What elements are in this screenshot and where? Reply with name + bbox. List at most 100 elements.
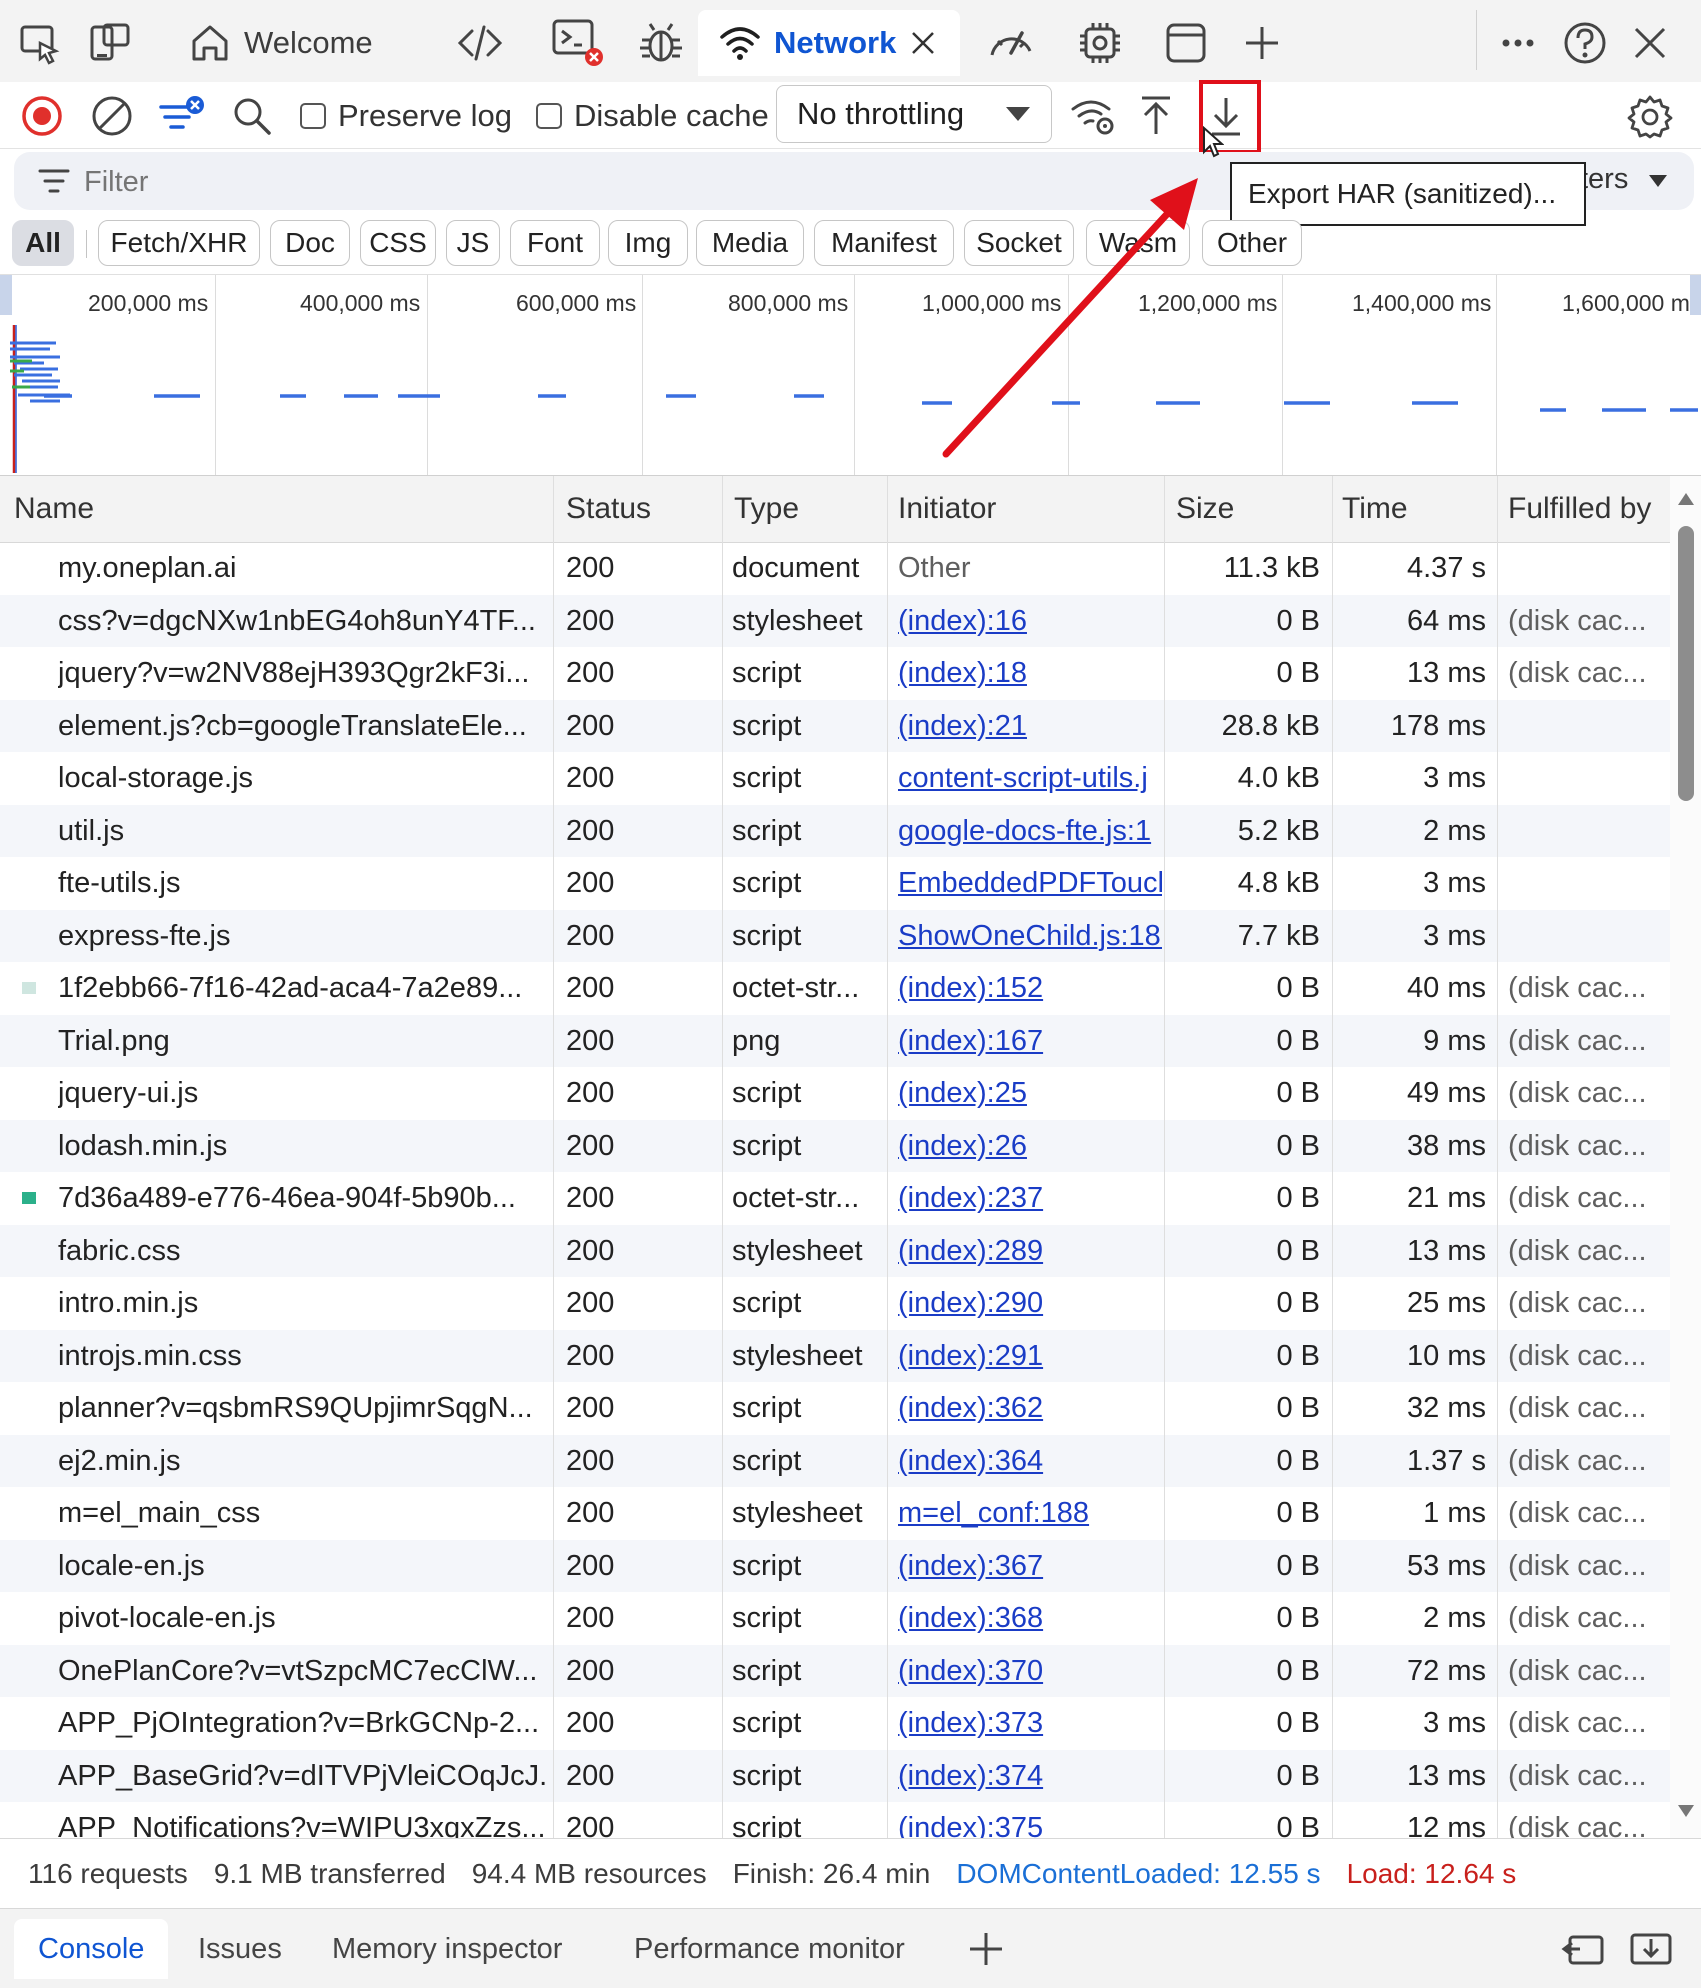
table-row[interactable]: express-fte.js 200 script ShowOneChild.js:1…: [0, 909, 1670, 963]
drawer-tab-issues[interactable]: Issues: [198, 1919, 282, 1979]
drawer-tab-memory-inspector[interactable]: Memory inspector: [332, 1919, 562, 1979]
add-tab-button[interactable]: [1240, 10, 1284, 76]
scrollbar-thumb[interactable]: [1678, 526, 1694, 801]
table-row[interactable]: local-storage.js 200 script content-script-…: [0, 752, 1670, 805]
disable-cache-box[interactable]: [536, 103, 562, 129]
tab-elements[interactable]: [456, 10, 504, 76]
table-row[interactable]: jquery-ui.js 200 script (index):25 0 B 49 ms (…: [0, 1067, 1670, 1120]
search-button[interactable]: [226, 90, 278, 142]
type-filter-other[interactable]: Other: [1202, 220, 1302, 266]
close-tab-icon[interactable]: [908, 28, 938, 58]
cell-initiator[interactable]: (index):237: [898, 1172, 1162, 1225]
table-row[interactable]: locale-en.js 200 script (index):367 0 B 53 ms…: [0, 1539, 1670, 1593]
cell-initiator[interactable]: (index):289: [898, 1225, 1162, 1278]
tab-network[interactable]: Network: [698, 10, 960, 76]
cell-initiator[interactable]: (index):364: [898, 1435, 1162, 1488]
column-header-time[interactable]: Time: [1342, 476, 1408, 542]
table-row[interactable]: jquery?v=w2NV88ejH393Qgr2kF3i... 200 scrip…: [0, 647, 1670, 700]
clear-button[interactable]: [86, 90, 138, 142]
table-row[interactable]: fabric.css 200 stylesheet (index):289 0 B 13 …: [0, 1224, 1670, 1278]
table-row[interactable]: util.js 200 script google-docs-fte.js:1 5.2 …: [0, 804, 1670, 858]
table-row[interactable]: APP_BaseGrid?v=dITVPjVleiCOqJcJ... 200 scr…: [0, 1749, 1670, 1802]
cell-initiator[interactable]: (index):367: [898, 1540, 1162, 1593]
cell-initiator[interactable]: (index):368: [898, 1592, 1162, 1645]
cell-initiator[interactable]: m=el_conf:188: [898, 1487, 1162, 1540]
cell-initiator[interactable]: (index):373: [898, 1697, 1162, 1750]
column-header-type[interactable]: Type: [734, 476, 799, 542]
more-filters-label[interactable]: ters: [1580, 163, 1628, 196]
cell-initiator[interactable]: (index):290: [898, 1277, 1162, 1330]
drawer-add-tab-button[interactable]: [966, 1919, 1006, 1979]
network-overview-timeline[interactable]: 200,000 ms 400,000 ms 600,000 ms 800,000…: [0, 274, 1701, 476]
table-row[interactable]: element.js?cb=googleTranslateEle... 200 sc…: [0, 699, 1670, 752]
cell-initiator[interactable]: ShowOneChild.js:18.: [898, 910, 1162, 963]
table-row[interactable]: APP_PjOIntegration?v=BrkGCNp-2... 200 scri…: [0, 1697, 1670, 1750]
column-header-initiator[interactable]: Initiator: [898, 476, 996, 542]
type-filter-socket[interactable]: Socket: [964, 220, 1074, 266]
more-filters-chevron-icon[interactable]: [1648, 174, 1668, 188]
cell-initiator[interactable]: (index):375: [898, 1802, 1162, 1838]
cell-initiator[interactable]: EmbeddedPDFTouch: [898, 857, 1162, 910]
type-filter-fetch-xhr[interactable]: Fetch/XHR: [98, 220, 260, 266]
type-filter-css[interactable]: CSS: [360, 220, 436, 266]
table-row[interactable]: css?v=dgcNXw1nbEG4oh8unY4TF... 200 stylesh…: [0, 594, 1670, 647]
table-row[interactable]: my.oneplan.ai 200 document Other 11.3 kB 4.37…: [0, 542, 1670, 595]
filter-toggle-button[interactable]: [156, 90, 208, 142]
tab-welcome[interactable]: Welcome: [188, 10, 373, 76]
cell-initiator[interactable]: (index):291: [898, 1330, 1162, 1383]
column-header-size[interactable]: Size: [1176, 476, 1234, 542]
type-filter-img[interactable]: Img: [608, 220, 688, 266]
table-row[interactable]: APP_Notifications?v=WIPU3xqxZzs... 200 scr…: [0, 1802, 1670, 1838]
more-options-button[interactable]: [1496, 10, 1540, 76]
close-drawer-button[interactable]: [1628, 1919, 1674, 1979]
cell-initiator[interactable]: (index):362: [898, 1382, 1162, 1435]
table-scrollbar[interactable]: [1670, 476, 1701, 1838]
type-filter-media[interactable]: Media: [696, 220, 804, 266]
disable-cache-checkbox[interactable]: Disable cache: [536, 98, 769, 134]
drawer-tab-performance-monitor[interactable]: Performance monitor: [634, 1919, 905, 1979]
tab-sources[interactable]: [636, 10, 686, 76]
dock-drawer-button[interactable]: [1560, 1919, 1606, 1979]
network-conditions-button[interactable]: [1064, 90, 1124, 142]
type-filter-manifest[interactable]: Manifest: [814, 220, 954, 266]
cell-initiator[interactable]: (index):152: [898, 962, 1162, 1015]
table-row[interactable]: planner?v=qsbmRS9QUpjimrSqgN... 200 script…: [0, 1382, 1670, 1435]
throttling-select[interactable]: No throttling: [776, 85, 1052, 143]
column-header-fulfilled-by[interactable]: Fulfilled by: [1508, 476, 1651, 542]
network-settings-button[interactable]: [1624, 90, 1676, 142]
tab-console[interactable]: [550, 10, 606, 76]
close-devtools-button[interactable]: [1630, 10, 1670, 76]
table-row[interactable]: lodash.min.js 200 script (index):26 0 B 38 ms…: [0, 1119, 1670, 1173]
table-row[interactable]: fte-utils.js 200 script EmbeddedPDFTouch 4.8…: [0, 857, 1670, 910]
type-filter-doc[interactable]: Doc: [270, 220, 350, 266]
record-button[interactable]: [16, 90, 68, 142]
device-emulation-icon[interactable]: [88, 10, 132, 76]
scroll-down-icon[interactable]: [1677, 1804, 1695, 1818]
scroll-up-icon[interactable]: [1677, 492, 1695, 506]
filter-input[interactable]: [82, 160, 1186, 204]
cell-initiator[interactable]: (index):167: [898, 1015, 1162, 1068]
table-row[interactable]: 7d36a489-e776-46ea-904f-5b90b... 200 octet…: [0, 1172, 1670, 1225]
tab-memory[interactable]: [1076, 10, 1124, 76]
cell-initiator[interactable]: content-script-utils.j: [898, 752, 1162, 805]
table-row[interactable]: introjs.min.css 200 stylesheet (index):291 0…: [0, 1329, 1670, 1383]
tab-application[interactable]: [1164, 10, 1208, 76]
inspect-element-icon[interactable]: [18, 10, 62, 76]
column-header-name[interactable]: Name: [14, 476, 94, 542]
table-row[interactable]: pivot-locale-en.js 200 script (index):368 0 …: [0, 1592, 1670, 1645]
help-button[interactable]: [1562, 10, 1608, 76]
table-row[interactable]: ej2.min.js 200 script (index):364 0 B 1.37 s (…: [0, 1434, 1670, 1488]
cell-initiator[interactable]: google-docs-fte.js:1: [898, 805, 1162, 858]
drawer-tab-console[interactable]: Console: [14, 1919, 169, 1979]
type-filter-font[interactable]: Font: [510, 220, 600, 266]
table-row[interactable]: 1f2ebb66-7f16-42ad-aca4-7a2e89... 200 octe…: [0, 962, 1670, 1015]
cell-initiator[interactable]: (index):370: [898, 1645, 1162, 1698]
preserve-log-checkbox[interactable]: Preserve log: [300, 98, 512, 134]
tab-performance[interactable]: [986, 10, 1036, 76]
type-filter-wasm[interactable]: Wasm: [1086, 220, 1190, 266]
cell-initiator[interactable]: (index):26: [898, 1120, 1162, 1173]
import-har-button[interactable]: [1130, 90, 1182, 142]
cell-initiator[interactable]: (index):18: [898, 647, 1162, 700]
table-row[interactable]: OnePlanCore?v=vtSzpcMC7ecClW... 200 script…: [0, 1644, 1670, 1698]
cell-initiator[interactable]: (index):25: [898, 1067, 1162, 1120]
